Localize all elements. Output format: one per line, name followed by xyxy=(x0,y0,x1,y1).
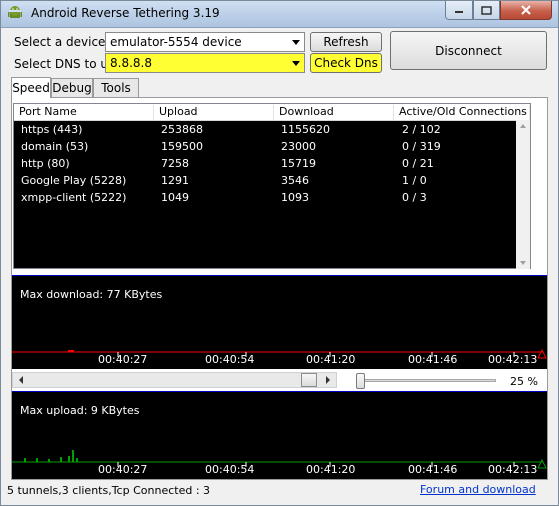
title-bar[interactable]: Android Reverse Tethering 3.19 xyxy=(1,1,558,28)
cell-upload: 7258 xyxy=(161,157,189,170)
maximize-icon xyxy=(481,5,492,15)
cell-download: 23000 xyxy=(281,140,316,153)
table-row[interactable]: domain (53) 159500 23000 0 / 319 xyxy=(14,138,516,155)
device-select[interactable]: emulator-5554 device xyxy=(105,32,305,52)
cell-download: 3546 xyxy=(281,174,309,187)
status-text: 5 tunnels,3 clients,Tcp Connected : 3 xyxy=(7,484,211,497)
cell-upload: 159500 xyxy=(161,140,203,153)
cell-port-name: https (443) xyxy=(21,123,83,136)
cell-upload: 1049 xyxy=(161,191,189,204)
tab-debug[interactable]: Debug xyxy=(51,78,93,97)
tab-speed[interactable]: Speed xyxy=(11,77,51,98)
android-app-icon xyxy=(8,6,22,18)
upload-graph: Max upload: 9 KBytes 00:40:27 00:40:54 0… xyxy=(12,391,547,479)
column-header-port-name[interactable]: Port Name xyxy=(14,105,154,120)
close-icon xyxy=(521,5,531,15)
cell-connections: 0 / 319 xyxy=(402,140,441,153)
cell-connections: 2 / 102 xyxy=(402,123,441,136)
download-time-label: 00:40:54 xyxy=(205,353,255,366)
upload-time-label: 00:41:20 xyxy=(306,463,356,476)
graph-horizontal-scrollbar[interactable] xyxy=(12,372,337,388)
app-window: Android Reverse Tethering 3.19 Select a … xyxy=(0,0,559,506)
table-row[interactable]: xmpp-client (5222) 1049 1093 0 / 3 xyxy=(14,189,516,206)
cell-upload: 1291 xyxy=(161,174,189,187)
device-label: Select a device xyxy=(14,35,106,49)
download-time-label: 00:40:27 xyxy=(98,353,148,366)
zoom-slider[interactable] xyxy=(351,372,499,390)
cell-port-name: domain (53) xyxy=(21,140,89,153)
table-row[interactable]: https (443) 253868 1155620 2 / 102 xyxy=(14,121,516,138)
cell-port-name: http (80) xyxy=(21,157,70,170)
cell-port-name: xmpp-client (5222) xyxy=(21,191,127,204)
scroll-right-arrow-icon xyxy=(326,376,330,384)
table-row[interactable]: http (80) 7258 15719 0 / 21 xyxy=(14,155,516,172)
download-graph-plot xyxy=(12,348,547,359)
cell-download: 15719 xyxy=(281,157,316,170)
column-header-connections[interactable]: Active/Old Connections xyxy=(394,105,530,120)
scroll-left-arrow-icon xyxy=(19,376,23,384)
refresh-button[interactable]: Refresh xyxy=(310,32,382,52)
zoom-slider-thumb[interactable] xyxy=(356,373,365,389)
window-title: Android Reverse Tethering 3.19 xyxy=(31,6,220,20)
table-vertical-scrollbar[interactable] xyxy=(516,120,530,269)
download-time-label: 00:41:20 xyxy=(306,353,356,366)
download-graph: Max download: 77 KBytes 00:40:27 00:40:5… xyxy=(12,275,547,369)
close-button[interactable] xyxy=(500,1,552,20)
cell-upload: 253868 xyxy=(161,123,203,136)
check-dns-button[interactable]: Check Dns xyxy=(310,53,382,73)
minimize-icon xyxy=(455,11,463,13)
cell-download: 1093 xyxy=(281,191,309,204)
forum-and-download-link[interactable]: Forum and download xyxy=(420,483,536,496)
upload-time-label: 00:40:54 xyxy=(205,463,255,476)
device-select-value: emulator-5554 device xyxy=(110,35,242,49)
cell-port-name: Google Play (5228) xyxy=(21,174,127,187)
maximize-button[interactable] xyxy=(473,1,500,20)
scrollbar-thumb[interactable] xyxy=(301,373,317,387)
download-time-label: 00:41:46 xyxy=(408,353,458,366)
connections-table[interactable]: Port Name Upload Download Active/Old Con… xyxy=(13,103,531,269)
dns-select-value: 8.8.8.8 xyxy=(110,56,152,70)
download-time-label: 00:42:13 xyxy=(488,353,538,366)
cell-download: 1155620 xyxy=(281,123,330,136)
upload-time-label: 00:42:13 xyxy=(488,463,538,476)
chevron-down-icon xyxy=(292,61,300,66)
scroll-down-arrow-icon xyxy=(520,261,526,265)
cell-connections: 0 / 21 xyxy=(402,157,434,170)
column-header-download[interactable]: Download xyxy=(274,105,394,120)
chevron-down-icon xyxy=(292,40,300,45)
table-row[interactable]: Google Play (5228) 1291 3546 1 / 0 xyxy=(14,172,516,189)
disconnect-button[interactable]: Disconnect xyxy=(390,31,547,70)
zoom-level: 25 % xyxy=(510,375,538,388)
column-header-upload[interactable]: Upload xyxy=(154,105,274,120)
upload-graph-plot xyxy=(12,450,547,469)
zoom-slider-track xyxy=(356,379,496,382)
table-header: Port Name Upload Download Active/Old Con… xyxy=(14,104,530,121)
upload-time-label: 00:41:46 xyxy=(408,463,458,476)
cell-connections: 1 / 0 xyxy=(402,174,427,187)
dns-select[interactable]: 8.8.8.8 xyxy=(105,53,305,73)
minimize-button[interactable] xyxy=(445,1,473,20)
upload-time-label: 00:40:27 xyxy=(98,463,148,476)
scroll-up-arrow-icon xyxy=(520,124,526,128)
tab-tools[interactable]: Tools xyxy=(93,78,139,97)
cell-connections: 0 / 3 xyxy=(402,191,427,204)
